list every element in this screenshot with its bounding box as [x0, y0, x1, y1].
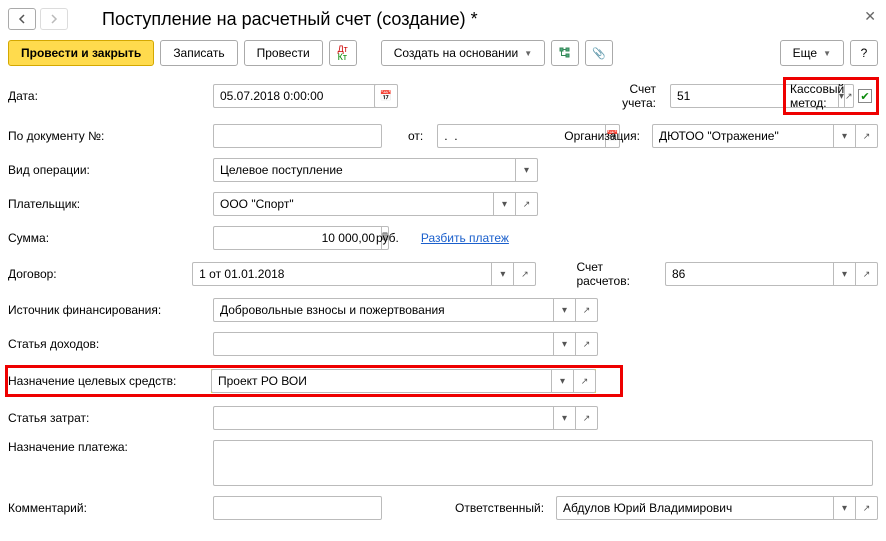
- label-contract: Договор:: [8, 267, 192, 281]
- organization-input[interactable]: [652, 124, 834, 148]
- more-button[interactable]: Еще ▼: [780, 40, 844, 66]
- responsible-input[interactable]: [556, 496, 834, 520]
- dtkt-button[interactable]: ДтКт: [329, 40, 357, 66]
- help-button[interactable]: ?: [850, 40, 878, 66]
- forward-button[interactable]: [40, 8, 68, 30]
- expand-icon[interactable]: [576, 298, 598, 322]
- fin-source-input[interactable]: [213, 298, 554, 322]
- structure-button[interactable]: [551, 40, 579, 66]
- label-payer: Плательщик:: [8, 197, 213, 211]
- purpose-textarea[interactable]: [213, 440, 873, 486]
- label-income: Статья доходов:: [8, 337, 213, 351]
- expand-icon[interactable]: [516, 192, 538, 216]
- label-target-funds: Назначение целевых средств:: [8, 374, 211, 388]
- label-responsible: Ответственный:: [455, 501, 552, 515]
- post-button[interactable]: Провести: [244, 40, 323, 66]
- op-type-input[interactable]: [213, 158, 516, 182]
- cash-method-checkbox[interactable]: ✔: [858, 89, 872, 103]
- expand-icon[interactable]: [856, 262, 878, 286]
- date-input[interactable]: [213, 84, 382, 108]
- label-comment: Комментарий:: [8, 501, 213, 515]
- expand-icon[interactable]: [514, 262, 536, 286]
- expand-icon[interactable]: [576, 332, 598, 356]
- label-fin-source: Источник финансирования:: [8, 303, 213, 317]
- back-button[interactable]: [8, 8, 36, 30]
- dropdown-icon[interactable]: ▾: [834, 124, 856, 148]
- income-input[interactable]: [213, 332, 554, 356]
- label-date: Дата:: [8, 89, 213, 103]
- label-purpose: Назначение платежа:: [8, 440, 213, 454]
- expand-icon[interactable]: [574, 369, 596, 393]
- label-expense: Статья затрат:: [8, 411, 213, 425]
- sum-input[interactable]: [213, 226, 382, 250]
- calendar-extra-icon[interactable]: [374, 84, 398, 108]
- target-funds-input[interactable]: [211, 369, 552, 393]
- dropdown-icon[interactable]: ▾: [492, 262, 514, 286]
- attachment-button[interactable]: [585, 40, 613, 66]
- dropdown-icon[interactable]: ▾: [516, 158, 538, 182]
- dropdown-icon[interactable]: ▾: [834, 496, 856, 520]
- contract-input[interactable]: [192, 262, 492, 286]
- label-from: от:: [408, 129, 431, 143]
- chevron-down-icon: ▼: [524, 49, 532, 58]
- split-payment-link[interactable]: Разбить платеж: [421, 231, 509, 245]
- dropdown-icon[interactable]: ▾: [554, 298, 576, 322]
- close-icon[interactable]: ✕: [864, 8, 876, 25]
- save-button[interactable]: Записать: [160, 40, 237, 66]
- dropdown-icon[interactable]: ▾: [554, 406, 576, 430]
- currency-label: руб.: [376, 231, 407, 245]
- page-title: Поступление на расчетный счет (создание)…: [102, 9, 478, 30]
- label-account: Счет учета:: [594, 82, 664, 110]
- label-op-type: Вид операции:: [8, 163, 213, 177]
- chevron-down-icon: ▼: [823, 49, 831, 58]
- expand-icon[interactable]: [856, 124, 878, 148]
- expand-icon[interactable]: [576, 406, 598, 430]
- expense-input[interactable]: [213, 406, 554, 430]
- label-doc-num: По документу №:: [8, 129, 213, 143]
- expand-icon[interactable]: [856, 496, 878, 520]
- dropdown-icon[interactable]: ▾: [834, 262, 856, 286]
- settlement-input[interactable]: [665, 262, 834, 286]
- label-settlement: Счет расчетов:: [576, 260, 659, 288]
- create-based-button[interactable]: Создать на основании ▼: [381, 40, 545, 66]
- create-based-label: Создать на основании: [394, 46, 519, 60]
- post-and-close-button[interactable]: Провести и закрыть: [8, 40, 154, 66]
- dropdown-icon[interactable]: ▾: [552, 369, 574, 393]
- comment-input[interactable]: [213, 496, 382, 520]
- dropdown-icon[interactable]: ▾: [554, 332, 576, 356]
- label-sum: Сумма:: [8, 231, 213, 245]
- label-cash-method: Кассовый метод:: [790, 82, 840, 110]
- dropdown-icon[interactable]: ▾: [494, 192, 516, 216]
- doc-num-input[interactable]: [213, 124, 382, 148]
- more-label: Еще: [793, 46, 817, 60]
- label-organization: Организация:: [564, 129, 648, 143]
- payer-input[interactable]: [213, 192, 494, 216]
